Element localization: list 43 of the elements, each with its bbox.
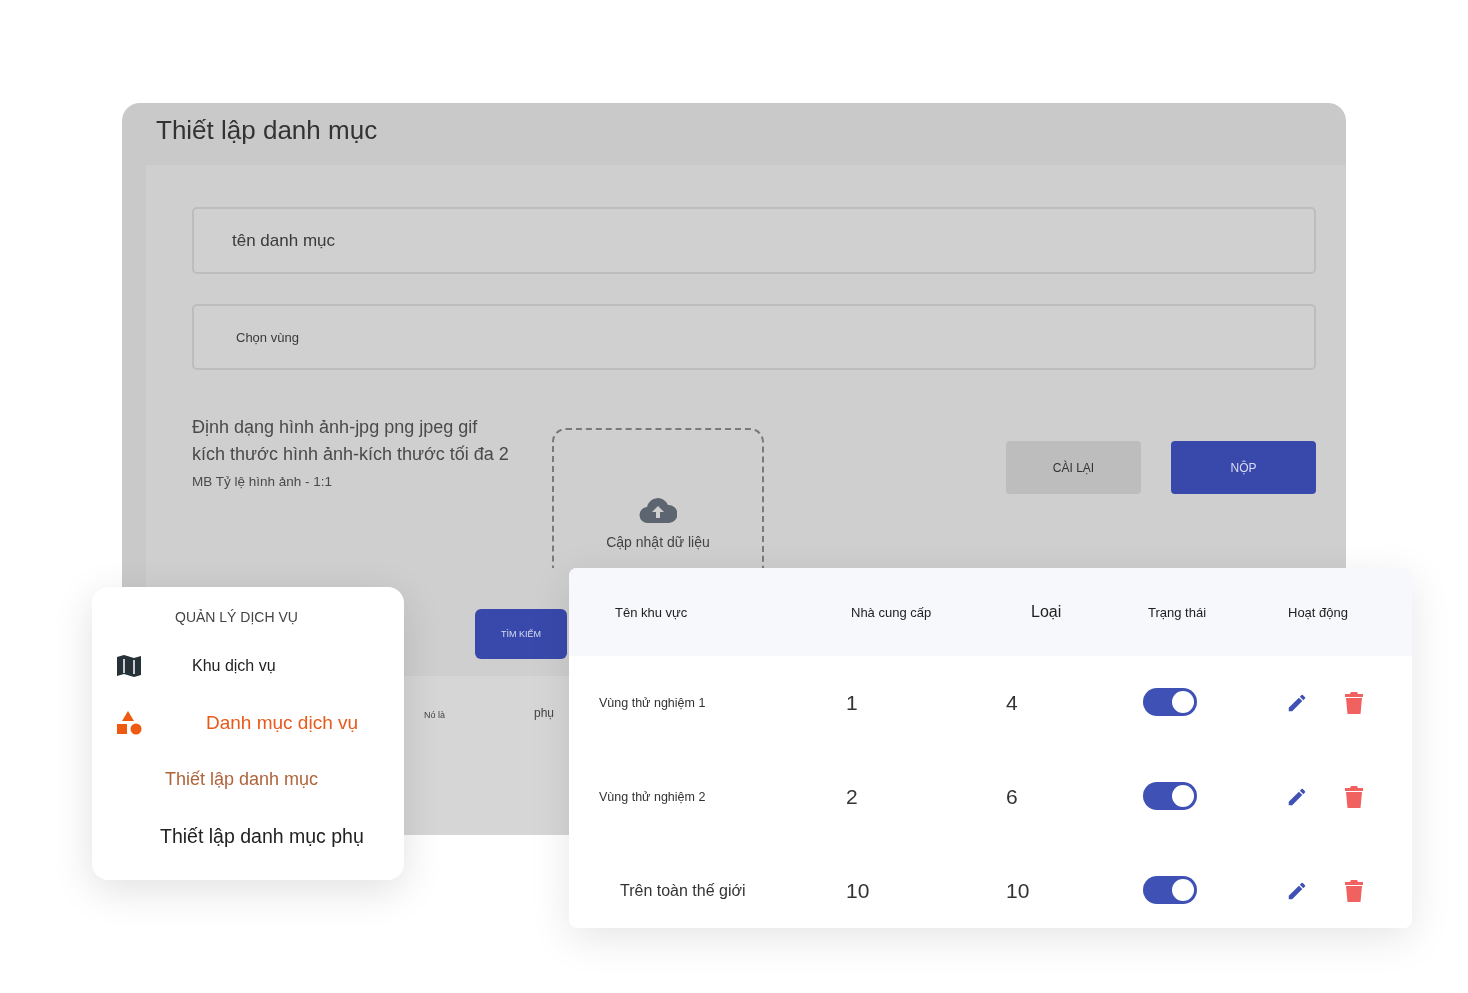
column-header: Tên khu vực bbox=[614, 604, 689, 620]
text-field[interactable]: tên danh mục bbox=[192, 207, 1316, 274]
toggle-switch[interactable] bbox=[1143, 687, 1197, 716]
column-header: Trạng thái bbox=[1148, 604, 1208, 620]
column-header: Hoạt động bbox=[1287, 604, 1348, 620]
table-cell-text: 10 bbox=[846, 879, 871, 903]
format-hint: Định dạng hình ảnh-jpg png jpeg gif bbox=[192, 416, 479, 439]
sidebar-title: QUẢN LÝ DỊCH VỤ bbox=[174, 608, 299, 627]
sidebar-subitem[interactable]: Thiết lập danh mục bbox=[92, 751, 404, 808]
table-cell-text: Vùng thử nghiệm 1 bbox=[598, 696, 707, 710]
edit-icon[interactable] bbox=[1286, 880, 1308, 902]
table-cell-text: 10 bbox=[1006, 879, 1031, 903]
page-title: Thiết lập danh mục bbox=[155, 114, 379, 147]
table-cell-text: 6 bbox=[1006, 785, 1019, 809]
edit-icon[interactable] bbox=[1286, 786, 1308, 808]
upload-label: Cập nhật dữ liệu bbox=[606, 534, 710, 550]
shapes-icon bbox=[116, 709, 142, 736]
table-cell-text: 2 bbox=[846, 785, 859, 809]
table-cell-text: Vùng thử nghiệm 2 bbox=[598, 790, 707, 804]
sidebar-item[interactable]: Danh mục dịch vụ bbox=[92, 694, 404, 751]
toggle-switch[interactable] bbox=[1143, 875, 1197, 904]
toggle-switch[interactable] bbox=[1143, 781, 1197, 810]
column-header: Loại bbox=[1031, 603, 1063, 621]
format-hint: kích thước hình ảnh-kích thước tối đa 2 bbox=[192, 443, 510, 466]
row-text: phụ bbox=[534, 706, 555, 720]
delete-icon[interactable] bbox=[1344, 879, 1364, 903]
map-icon bbox=[116, 653, 142, 678]
delete-icon[interactable] bbox=[1344, 691, 1364, 715]
delete-icon[interactable] bbox=[1344, 785, 1364, 809]
edit-icon[interactable] bbox=[1286, 692, 1308, 714]
search-button[interactable]: TÌM KIẾM bbox=[475, 609, 567, 659]
sidebar-subitem[interactable]: Thiết lập danh mục phụ bbox=[92, 808, 404, 865]
sidebar-item[interactable]: Khu dịch vụ bbox=[92, 637, 404, 694]
submit-button[interactable]: NỘP bbox=[1171, 441, 1316, 494]
column-header: Nhà cung cấp bbox=[851, 604, 933, 620]
row-text: Nó là bbox=[424, 710, 445, 720]
table-cell-text: 4 bbox=[1006, 691, 1019, 715]
text-field[interactable]: Chọn vùng bbox=[192, 304, 1316, 370]
cloud-upload-icon bbox=[639, 496, 677, 524]
format-note: MB Tỷ lệ hình ảnh - 1:1 bbox=[192, 474, 334, 489]
reset-button[interactable]: CÀI LẠI bbox=[1006, 441, 1141, 494]
table-cell-text: 1 bbox=[846, 691, 859, 715]
table-cell-text: Trên toàn thế giới bbox=[619, 882, 747, 900]
